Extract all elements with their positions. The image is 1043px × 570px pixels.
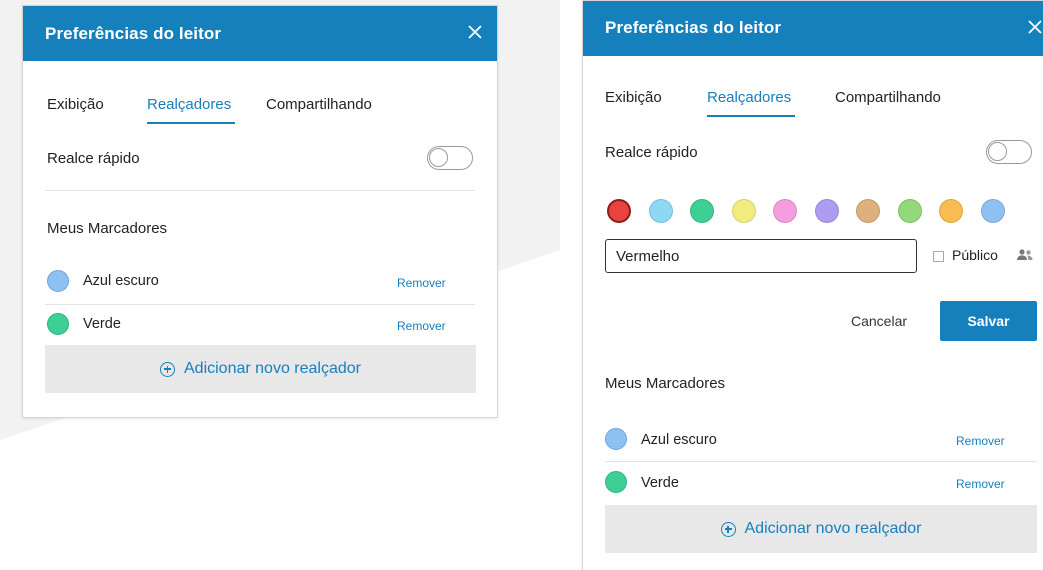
color-swatch-red[interactable] bbox=[607, 199, 631, 223]
tab-compartilhando[interactable]: Compartilhando bbox=[835, 89, 941, 106]
save-button[interactable]: Salvar bbox=[940, 301, 1037, 341]
marker-color-swatch bbox=[47, 270, 69, 292]
quick-highlight-toggle[interactable] bbox=[986, 140, 1032, 164]
color-swatch-purple[interactable] bbox=[814, 199, 839, 223]
remove-marker-link[interactable]: Remover bbox=[956, 477, 1005, 491]
quick-highlight-label: Realce rápido bbox=[47, 150, 140, 167]
divider bbox=[45, 190, 475, 191]
remove-marker-link[interactable]: Remover bbox=[956, 434, 1005, 448]
marker-color-swatch bbox=[605, 471, 627, 493]
add-highlighter-label: Adicionar novo realçador bbox=[184, 360, 361, 377]
divider bbox=[45, 304, 475, 305]
close-icon[interactable] bbox=[1023, 15, 1043, 39]
add-highlighter-label: Adicionar novo realçador bbox=[744, 520, 922, 537]
reader-preferences-panel-collapsed: Preferências do leitor Exibição Realçado… bbox=[22, 5, 498, 418]
marker-name: Azul escuro bbox=[641, 432, 717, 448]
panel-header: Preferências do leitor bbox=[23, 6, 497, 61]
add-circle-icon bbox=[720, 521, 736, 537]
tab-exibicao[interactable]: Exibição bbox=[47, 96, 104, 113]
quick-highlight-toggle[interactable] bbox=[427, 146, 473, 170]
add-highlighter-button[interactable]: Adicionar novo realçador bbox=[45, 345, 476, 393]
public-label: Público bbox=[952, 247, 998, 263]
color-swatch-blue[interactable] bbox=[980, 199, 1005, 223]
panel-title: Preferências do leitor bbox=[45, 24, 222, 43]
panel-header: Preferências do leitor bbox=[583, 1, 1043, 56]
tab-realcadores[interactable]: Realçadores bbox=[147, 96, 231, 113]
highlighter-name-input[interactable] bbox=[605, 239, 917, 273]
quick-highlight-label: Realce rápido bbox=[605, 144, 698, 161]
users-icon bbox=[1016, 248, 1034, 266]
marker-name: Verde bbox=[641, 475, 679, 491]
tab-realcadores[interactable]: Realçadores bbox=[707, 89, 791, 106]
active-tab-indicator bbox=[147, 122, 235, 124]
remove-marker-link[interactable]: Remover bbox=[397, 319, 446, 333]
marker-name: Verde bbox=[83, 316, 121, 332]
add-circle-icon bbox=[160, 361, 175, 377]
color-swatch-orange[interactable] bbox=[939, 199, 963, 223]
divider bbox=[605, 461, 1037, 462]
marker-color-swatch bbox=[47, 313, 69, 335]
color-swatch-light-green[interactable] bbox=[897, 199, 922, 223]
cancel-button[interactable]: Cancelar bbox=[851, 313, 907, 329]
toggle-knob bbox=[988, 142, 1007, 161]
tab-exibicao[interactable]: Exibição bbox=[605, 89, 662, 106]
marker-color-swatch bbox=[605, 428, 627, 450]
color-swatch-light-blue[interactable] bbox=[648, 199, 673, 223]
marker-name: Azul escuro bbox=[83, 273, 159, 289]
my-markers-heading: Meus Marcadores bbox=[47, 220, 168, 237]
color-swatch-green[interactable] bbox=[690, 199, 714, 223]
public-checkbox[interactable] bbox=[933, 251, 944, 262]
color-swatch-tan[interactable] bbox=[856, 199, 880, 223]
color-swatch-yellow[interactable] bbox=[731, 199, 756, 223]
my-markers-heading: Meus Marcadores bbox=[605, 375, 726, 392]
remove-marker-link[interactable]: Remover bbox=[397, 276, 446, 290]
panel-title: Preferências do leitor bbox=[605, 18, 782, 37]
tab-compartilhando[interactable]: Compartilhando bbox=[266, 96, 372, 113]
close-icon[interactable] bbox=[463, 20, 487, 44]
toggle-knob bbox=[429, 148, 448, 167]
reader-preferences-panel-expanded: Preferências do leitor Exibição Realçado… bbox=[582, 0, 1043, 570]
color-swatch-pink[interactable] bbox=[773, 199, 797, 223]
add-highlighter-button[interactable]: Adicionar novo realçador bbox=[605, 505, 1037, 553]
active-tab-indicator bbox=[707, 115, 795, 117]
